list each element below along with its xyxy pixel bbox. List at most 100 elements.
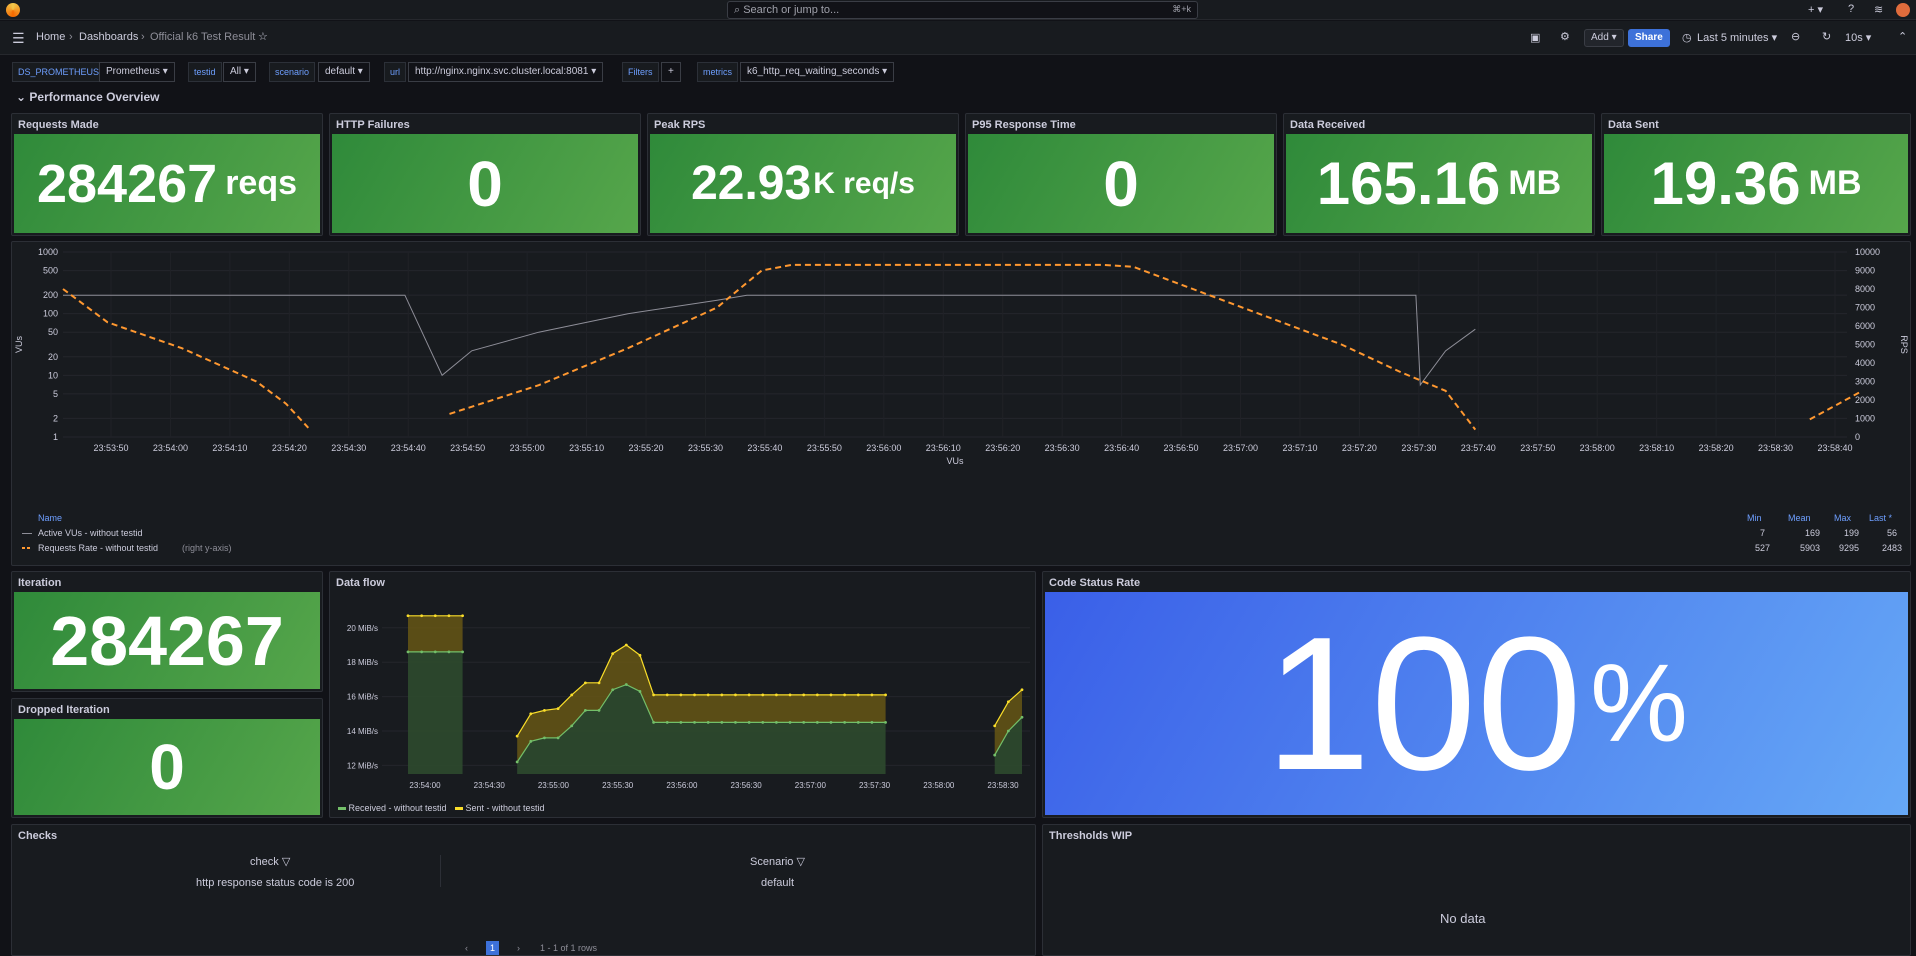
variable-select-metrics[interactable]: k6_http_req_waiting_seconds ▾	[740, 62, 895, 82]
panel-title: P95 Response Time	[972, 119, 1076, 131]
stat-number: 165.16	[1316, 150, 1501, 217]
legend-series-name: Sent - without testid	[465, 803, 545, 813]
variable-value: k6_http_req_waiting_seconds	[747, 66, 880, 77]
stat-panel-data-received: Data Received 165.16 MB	[1283, 113, 1595, 236]
stat-value: 0	[332, 134, 638, 233]
table-header-check[interactable]: check ▽	[250, 855, 290, 868]
legend-row-sent[interactable]: Sent - without testid	[455, 803, 545, 813]
legend-header-name: Name	[38, 513, 63, 523]
data-point	[420, 650, 424, 654]
x-tick-label: 23:55:30	[602, 781, 634, 790]
share-button[interactable]: Share	[1628, 29, 1670, 47]
table-header-scenario[interactable]: Scenario ▽	[750, 855, 805, 868]
y-tick-label: 500	[43, 266, 58, 276]
variable-label-metrics: metrics	[697, 62, 738, 82]
stat-number: 284267	[36, 153, 218, 214]
breadcrumb-dashboards[interactable]: Dashboards	[79, 31, 138, 43]
vus-rps-chart[interactable]: 1000500200100502010521100009000800070006…	[12, 242, 1912, 567]
chevron-up-icon[interactable]: ⌃	[1898, 30, 1907, 43]
y-tick-label: 100	[43, 309, 58, 319]
y-axis-label: VUs	[14, 336, 24, 354]
help-icon[interactable]: ?	[1848, 3, 1854, 15]
data-point	[1006, 700, 1010, 704]
search-shortcut: ⌘+k	[1172, 4, 1191, 14]
settings-icon[interactable]: ⚙	[1560, 30, 1570, 43]
refresh-interval[interactable]: 10s ▾	[1845, 31, 1871, 44]
data-point	[761, 721, 765, 724]
add-filter-button[interactable]: +	[661, 62, 681, 82]
data-point	[829, 721, 833, 724]
panel-title: Data Sent	[1608, 119, 1659, 131]
data-point	[624, 683, 628, 686]
x-tick-label: 23:56:40	[1104, 443, 1139, 453]
x-tick-label: 23:57:30	[1401, 443, 1436, 453]
news-icon[interactable]: ≋	[1874, 3, 1883, 16]
stat-panel-requests-made: Requests Made 284267 reqs	[11, 113, 323, 236]
stat-unit: K req/s	[813, 166, 915, 200]
variable-select-url[interactable]: http://nginx.nginx.svc.cluster.local:808…	[408, 62, 604, 82]
y2-tick-label: 8000	[1855, 284, 1875, 294]
legend-series-name: Active VUs - without testid	[38, 528, 143, 538]
stat-value: 100%	[1045, 592, 1908, 815]
pager-prev-icon[interactable]: ‹	[465, 943, 468, 953]
search-placeholder: Search or jump to...	[743, 4, 840, 16]
star-icon[interactable]: ☆	[258, 30, 268, 43]
data-flow-chart[interactable]: 20 MiB/s 18 MiB/s 16 MiB/s 14 MiB/s 12 MiB/s…	[330, 572, 1037, 819]
variables-bar: DS_PROMETHEUS Prometheus ▾ testid All ▾ …	[0, 56, 1916, 86]
save-icon[interactable]: ▣	[1530, 31, 1540, 44]
refresh-icon[interactable]: ↻	[1822, 30, 1831, 43]
x-tick-label: 23:54:20	[272, 443, 307, 453]
data-point	[706, 721, 710, 724]
series-line-vus	[63, 294, 1476, 387]
grafana-logo-icon[interactable]	[6, 3, 20, 17]
y2-tick-label: 10000	[1855, 247, 1880, 257]
data-point	[693, 721, 696, 724]
x-tick-label: 23:58:40	[1817, 443, 1852, 453]
pager-next-icon[interactable]: ›	[517, 943, 520, 953]
y2-tick-label: 2000	[1855, 395, 1875, 405]
menu-icon[interactable]: ☰	[12, 30, 25, 47]
data-point	[433, 614, 437, 618]
plus-icon[interactable]: + ▾	[1808, 3, 1823, 16]
add-button[interactable]: Add ▾	[1584, 29, 1624, 47]
data-point	[543, 708, 546, 712]
data-point	[611, 652, 615, 655]
avatar[interactable]	[1896, 3, 1910, 17]
legend-header-min: Min	[1747, 513, 1762, 523]
data-point	[461, 614, 464, 618]
variable-select-scenario[interactable]: default ▾	[318, 62, 370, 82]
row-performance-overview[interactable]: ⌄ Performance Overview	[16, 90, 159, 104]
stat-value: 0	[968, 134, 1274, 233]
x-tick-label: 23:55:30	[688, 443, 723, 453]
x-tick-label: 23:58:00	[923, 781, 955, 790]
search-input[interactable]: ⌕ Search or jump to... ⌘+k	[727, 1, 1198, 19]
search-icon: ⌕	[734, 4, 744, 16]
legend-row-vus[interactable]: Active VUs - without testid 7 169 199 56	[22, 528, 1902, 541]
pager-rows-text: 1 - 1 of 1 rows	[540, 943, 598, 953]
filter-icon[interactable]: ▽	[796, 856, 804, 868]
data-point	[433, 650, 437, 654]
x-tick-label: 23:58:30	[987, 781, 1019, 790]
legend-row-received[interactable]: Received - without testid	[338, 803, 447, 813]
zoom-out-icon[interactable]: ⊖	[1791, 30, 1800, 43]
variable-select-testid[interactable]: All ▾	[223, 62, 256, 82]
breadcrumb-home[interactable]: Home	[36, 31, 65, 43]
y-tick-label: 1000	[38, 247, 58, 257]
legend-series-note: (right y-axis)	[182, 543, 232, 553]
data-point	[570, 724, 574, 728]
time-range-picker[interactable]: Last 5 minutes ▾	[1697, 31, 1777, 44]
x-tick-label: 23:56:00	[666, 781, 698, 790]
x-tick-label: 23:58:10	[1639, 443, 1674, 453]
variable-select-ds[interactable]: Prometheus ▾	[99, 62, 175, 82]
legend-row-rps[interactable]: Requests Rate - without testid (right y-…	[22, 543, 1902, 556]
panel-title: Iteration	[18, 577, 62, 589]
data-point	[870, 693, 874, 697]
x-tick-label: 23:55:40	[747, 443, 782, 453]
legend-mean: 5903	[1800, 543, 1821, 553]
pager-page-1[interactable]: 1	[486, 941, 499, 955]
filter-icon[interactable]: ▽	[282, 856, 290, 868]
x-tick-label: 23:56:30	[731, 781, 763, 790]
table-cell-scenario: default	[761, 877, 795, 889]
x-tick-label: 23:56:20	[985, 443, 1020, 453]
time-range-label: Last 5 minutes	[1697, 32, 1769, 44]
